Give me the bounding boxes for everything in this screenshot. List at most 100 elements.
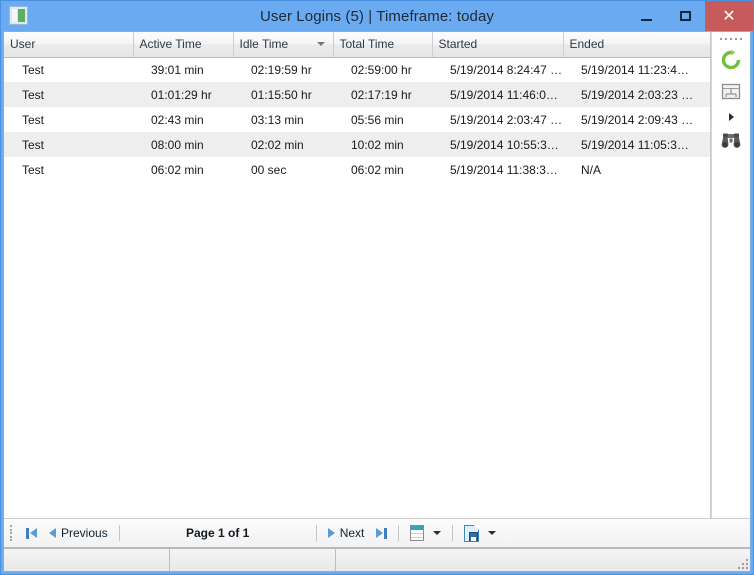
- cell-started: 5/19/2014 8:24:47 …: [432, 57, 563, 82]
- export-save-icon: [464, 525, 479, 542]
- chevron-down-icon[interactable]: [488, 531, 496, 535]
- first-page-icon: [26, 528, 37, 539]
- table-body: Test 39:01 min 02:19:59 hr 02:59:00 hr 5…: [4, 57, 710, 182]
- column-header-total-time[interactable]: Total Time: [333, 32, 432, 57]
- header-row: User Active Time Idle Time Total Time: [4, 32, 710, 57]
- minimize-icon: [641, 19, 652, 21]
- sidebar-drag-handle[interactable]: [720, 35, 742, 42]
- content-row: User Active Time Idle Time Total Time: [4, 32, 750, 518]
- client-area: User Active Time Idle Time Total Time: [3, 31, 751, 572]
- sidebar-item-refresh[interactable]: [716, 45, 746, 75]
- toolbar-separator: [316, 525, 317, 541]
- refresh-icon: [720, 49, 742, 71]
- cell-ended: N/A: [563, 157, 710, 182]
- column-header-user-label: User: [10, 37, 35, 51]
- table-row[interactable]: Test 06:02 min 00 sec 06:02 min 5/19/201…: [4, 157, 710, 182]
- last-page-button[interactable]: [370, 522, 393, 544]
- cell-idle-time: 00 sec: [233, 157, 333, 182]
- toolbar-separator: [452, 525, 453, 541]
- screenshot-icon: [721, 82, 741, 102]
- column-header-active-time-label: Active Time: [140, 37, 202, 51]
- cell-user: Test: [4, 157, 133, 182]
- cell-active-time: 08:00 min: [133, 132, 233, 157]
- title-bar[interactable]: User Logins (5) | Timeframe: today ✕: [1, 1, 753, 31]
- previous-page-label: Previous: [61, 526, 108, 540]
- sidebar-item-expand[interactable]: [716, 109, 746, 125]
- table-header: User Active Time Idle Time Total Time: [4, 32, 710, 57]
- cell-user: Test: [4, 132, 133, 157]
- application-icon: [9, 6, 28, 25]
- cell-total-time: 02:17:19 hr: [333, 82, 432, 107]
- cell-active-time: 02:43 min: [133, 107, 233, 132]
- pager-toolbar: Previous Page 1 of 1 Next: [4, 518, 750, 548]
- grid-empty-space: [4, 182, 710, 518]
- cell-active-time: 39:01 min: [133, 57, 233, 82]
- column-header-started[interactable]: Started: [432, 32, 563, 57]
- cell-idle-time: 02:02 min: [233, 132, 333, 157]
- grid-view-icon: [410, 525, 424, 541]
- application-window: User Logins (5) | Timeframe: today ✕: [0, 0, 754, 575]
- maximize-button[interactable]: [666, 1, 705, 31]
- cell-ended: 5/19/2014 2:03:23 …: [563, 82, 710, 107]
- status-panel-1: [4, 549, 170, 571]
- status-panel-2: [170, 549, 336, 571]
- column-header-ended[interactable]: Ended: [563, 32, 710, 57]
- toolbar-drag-handle[interactable]: [10, 525, 14, 541]
- table-row[interactable]: Test 02:43 min 03:13 min 05:56 min 5/19/…: [4, 107, 710, 132]
- column-header-user[interactable]: User: [4, 32, 133, 57]
- cell-started: 5/19/2014 2:03:47 …: [432, 107, 563, 132]
- cell-ended: 5/19/2014 2:09:43 …: [563, 107, 710, 132]
- previous-page-button[interactable]: Previous: [43, 522, 114, 544]
- column-header-idle-time-label: Idle Time: [240, 37, 289, 51]
- export-button[interactable]: [458, 522, 502, 544]
- cell-idle-time: 01:15:50 hr: [233, 82, 333, 107]
- cell-user: Test: [4, 57, 133, 82]
- column-header-ended-label: Ended: [570, 37, 605, 51]
- toolbar-separator: [398, 525, 399, 541]
- previous-arrow-icon: [49, 528, 56, 538]
- logins-table: User Active Time Idle Time Total Time: [4, 32, 710, 182]
- chevron-down-icon[interactable]: [433, 531, 441, 535]
- column-header-idle-time[interactable]: Idle Time: [233, 32, 333, 57]
- cell-active-time: 06:02 min: [133, 157, 233, 182]
- close-button[interactable]: ✕: [705, 1, 753, 31]
- cell-started: 5/19/2014 11:46:0…: [432, 82, 563, 107]
- cell-total-time: 05:56 min: [333, 107, 432, 132]
- next-page-label: Next: [340, 526, 365, 540]
- cell-user: Test: [4, 82, 133, 107]
- column-header-total-time-label: Total Time: [340, 37, 395, 51]
- toolbar-separator: [119, 525, 120, 541]
- cell-idle-time: 03:13 min: [233, 107, 333, 132]
- column-header-active-time[interactable]: Active Time: [133, 32, 233, 57]
- table-row[interactable]: Test 08:00 min 02:02 min 10:02 min 5/19/…: [4, 132, 710, 157]
- minimize-button[interactable]: [627, 1, 666, 31]
- cell-active-time: 01:01:29 hr: [133, 82, 233, 107]
- table-row[interactable]: Test 01:01:29 hr 01:15:50 hr 02:17:19 hr…: [4, 82, 710, 107]
- status-panel-3: [336, 549, 750, 571]
- user-logins-grid: User Active Time Idle Time Total Time: [4, 32, 711, 518]
- first-page-button[interactable]: [20, 522, 43, 544]
- binoculars-icon: [720, 132, 742, 152]
- cell-total-time: 06:02 min: [333, 157, 432, 182]
- expand-arrow-icon: [729, 113, 734, 121]
- cell-ended: 5/19/2014 11:23:4…: [563, 57, 710, 82]
- window-controls: ✕: [627, 1, 753, 31]
- page-indicator: Page 1 of 1: [125, 526, 311, 540]
- cell-total-time: 10:02 min: [333, 132, 432, 157]
- cell-user: Test: [4, 107, 133, 132]
- close-icon: ✕: [722, 6, 735, 26]
- cell-started: 5/19/2014 11:38:3…: [432, 157, 563, 182]
- cell-idle-time: 02:19:59 hr: [233, 57, 333, 82]
- sidebar-item-monitor[interactable]: [716, 127, 746, 157]
- maximize-icon: [680, 11, 691, 21]
- cell-total-time: 02:59:00 hr: [333, 57, 432, 82]
- table-row[interactable]: Test 39:01 min 02:19:59 hr 02:59:00 hr 5…: [4, 57, 710, 82]
- tool-sidebar: [711, 32, 750, 518]
- next-arrow-icon: [328, 528, 335, 538]
- sidebar-item-screenshots[interactable]: [716, 77, 746, 107]
- resize-grip[interactable]: [736, 557, 748, 569]
- view-options-button[interactable]: [404, 522, 447, 544]
- next-page-button[interactable]: Next: [322, 522, 371, 544]
- status-bar: [4, 548, 750, 571]
- cell-started: 5/19/2014 10:55:3…: [432, 132, 563, 157]
